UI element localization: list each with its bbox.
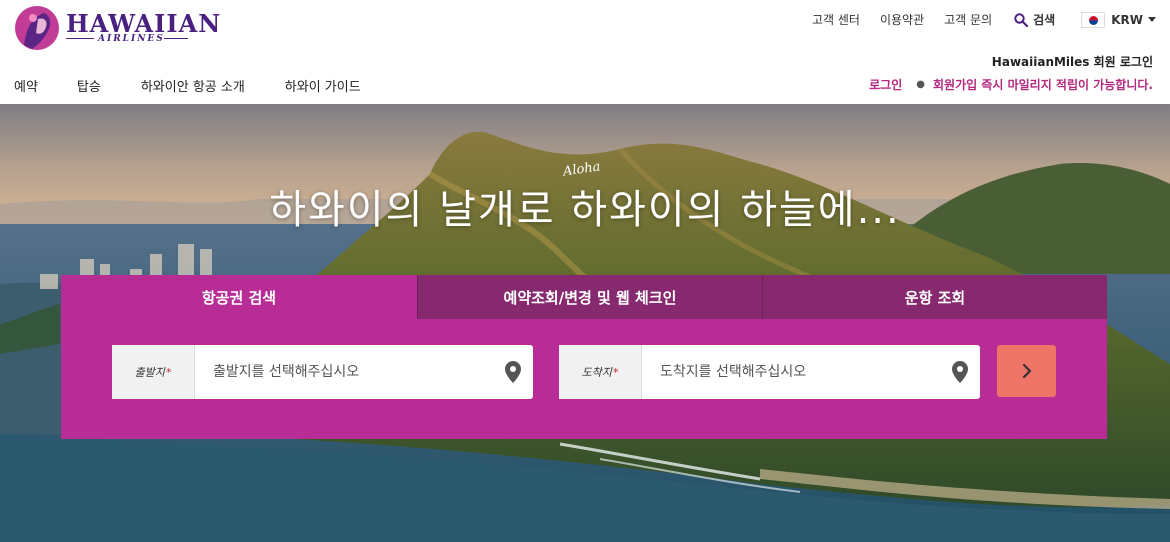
hawaiian-airlines-logo[interactable]: HAWAIIAN AIRLINES <box>14 5 220 53</box>
currency-label: KRW <box>1111 12 1143 27</box>
location-pin-icon[interactable] <box>940 361 980 383</box>
location-pin-icon[interactable] <box>493 361 533 383</box>
caret-down-icon <box>1148 17 1156 22</box>
destination-label: 도착지 * <box>559 345 642 399</box>
search-button[interactable]: 검색 <box>1014 11 1055 28</box>
nav-item-boarding[interactable]: 탑승 <box>77 76 101 95</box>
nav-item-about[interactable]: 하와이안 항공 소개 <box>141 76 245 95</box>
logo-subtitle: AIRLINES <box>98 34 165 44</box>
bullet-icon: ● <box>916 79 925 90</box>
search-icon <box>1014 12 1029 27</box>
terms-link[interactable]: 이용약관 <box>880 11 924 28</box>
member-login-link[interactable]: 로그인 <box>869 76 902 93</box>
tab-flight-status[interactable]: 운항 조회 <box>762 275 1107 319</box>
origin-label-text: 출발지 <box>134 366 165 379</box>
logo-line-right <box>164 38 188 39</box>
destination-field: 도착지 * <box>559 345 980 399</box>
customer-center-link[interactable]: 고객 센터 <box>812 11 860 28</box>
utility-bar: 고객 센터 이용약관 고객 문의 검색 KRW <box>792 11 1156 28</box>
korea-flag-icon <box>1081 11 1106 28</box>
chevron-right-icon <box>1022 363 1031 379</box>
tab-flight-search[interactable]: 항공권 검색 <box>61 275 417 319</box>
contact-link[interactable]: 고객 문의 <box>944 11 992 28</box>
member-promo: 로그인 ● 회원가입 즉시 마일리지 적립이 가능합니다. <box>869 76 1153 93</box>
required-mark: * <box>612 365 619 379</box>
logo-line-left <box>66 38 94 39</box>
pualani-logo-icon <box>15 6 59 50</box>
required-mark: * <box>165 365 172 379</box>
search-flights-button[interactable] <box>997 345 1056 397</box>
booking-widget: 항공권 검색 예약조회/변경 및 웹 체크인 운항 조회 출발지 * 도착지 * <box>61 275 1107 439</box>
miles-login-link[interactable]: HawaiianMiles 회원 로그인 <box>992 53 1153 70</box>
origin-field: 출발지 * <box>112 345 533 399</box>
origin-input[interactable] <box>195 346 493 398</box>
hero-headline: 하와이의 날개로 하와이의 하늘에... <box>269 187 901 233</box>
booking-tabs: 항공권 검색 예약조회/변경 및 웹 체크인 운항 조회 <box>61 275 1107 319</box>
nav-item-hawaii-guide[interactable]: 하와이 가이드 <box>285 76 361 95</box>
member-signup-link[interactable]: 회원가입 즉시 마일리지 적립이 가능합니다. <box>933 76 1153 93</box>
hero-banner: Aloha 하와이의 날개로 하와이의 하늘에... 항공권 검색 예약조회/변… <box>0 104 1170 542</box>
tab-manage-checkin[interactable]: 예약조회/변경 및 웹 체크인 <box>417 275 762 319</box>
destination-input[interactable] <box>642 346 940 398</box>
currency-selector[interactable]: KRW <box>1081 11 1156 28</box>
search-label: 검색 <box>1033 13 1056 27</box>
origin-label: 출발지 * <box>112 345 195 399</box>
nav-item-booking[interactable]: 예약 <box>14 76 38 95</box>
destination-label-text: 도착지 <box>581 366 612 379</box>
site-header: HAWAIIAN AIRLINES 고객 센터 이용약관 고객 문의 검색 KR… <box>0 0 1170 104</box>
main-nav: 예약 탑승 하와이안 항공 소개 하와이 가이드 <box>14 76 361 95</box>
